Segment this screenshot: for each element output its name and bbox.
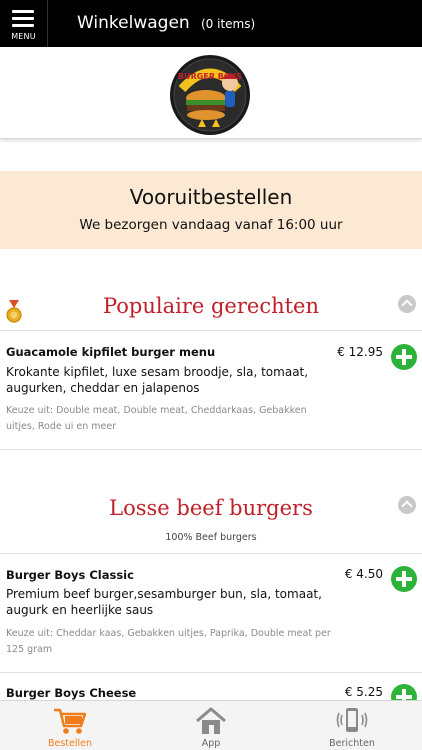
item-price: € 5.25 [344,685,383,699]
collapse-section-icon[interactable] [398,496,416,514]
item-name: Burger Boys Classic [6,568,134,582]
menu-label: MENU [11,32,36,41]
tab-label: Bestellen [47,738,93,749]
item-divider [0,449,422,450]
cart-title[interactable]: Winkelwagen [77,13,190,33]
logo-area: BURGER BOYS [0,47,422,139]
preorder-banner: Vooruitbestellen We bezorgen vandaag van… [0,171,422,249]
item-options: Keuze uit: Double meat, Double meat, Che… [6,405,307,432]
item-price: € 12.95 [337,345,383,359]
phone-notification-icon [336,708,368,732]
tab-bestellen[interactable]: Bestellen [0,701,140,750]
burger-boys-logo: BURGER BOYS [170,55,250,135]
item-options: Keuze uit: Cheddar kaas, Gebakken uitjes… [6,628,331,655]
section-subtitle: 100% Beef burgers [165,532,257,543]
tab-label: App [201,738,221,749]
item-name: Guacamole kipfilet burger menu [6,345,216,359]
bottom-tab-bar: Bestellen App Berichten [0,700,422,750]
collapse-section-icon[interactable] [398,295,416,313]
section-divider [0,330,422,331]
tab-app[interactable]: App [141,701,281,750]
tab-label: Berichten [329,738,375,749]
item-description: Krokante kipfilet, luxe sesam broodje, s… [6,365,309,395]
add-to-cart-button[interactable] [391,566,417,592]
top-bar: MENU Winkelwagen (0 items) [0,0,422,47]
tab-berichten[interactable]: Berichten [282,701,422,750]
home-icon [196,707,226,734]
cart-icon [54,708,87,734]
section-divider [0,553,422,554]
section-title-populaire[interactable]: Populaire gerechten [0,294,422,318]
banner-title: Vooruitbestellen [129,185,293,209]
item-divider [0,672,422,673]
item-price: € 4.50 [344,567,383,581]
section-title-beef-burgers[interactable]: Losse beef burgers [0,496,422,520]
add-to-cart-button[interactable] [391,344,417,370]
item-name: Burger Boys Cheese [6,686,137,700]
item-description: Premium beef burger,sesamburger bun, sla… [6,587,322,617]
banner-subtitle: We bezorgen vandaag vanaf 16:00 uur [79,217,343,233]
menu-button[interactable]: MENU [0,0,47,47]
header-divider [47,0,48,47]
hamburger-icon [12,10,34,27]
cart-item-count[interactable]: (0 items) [201,17,255,31]
